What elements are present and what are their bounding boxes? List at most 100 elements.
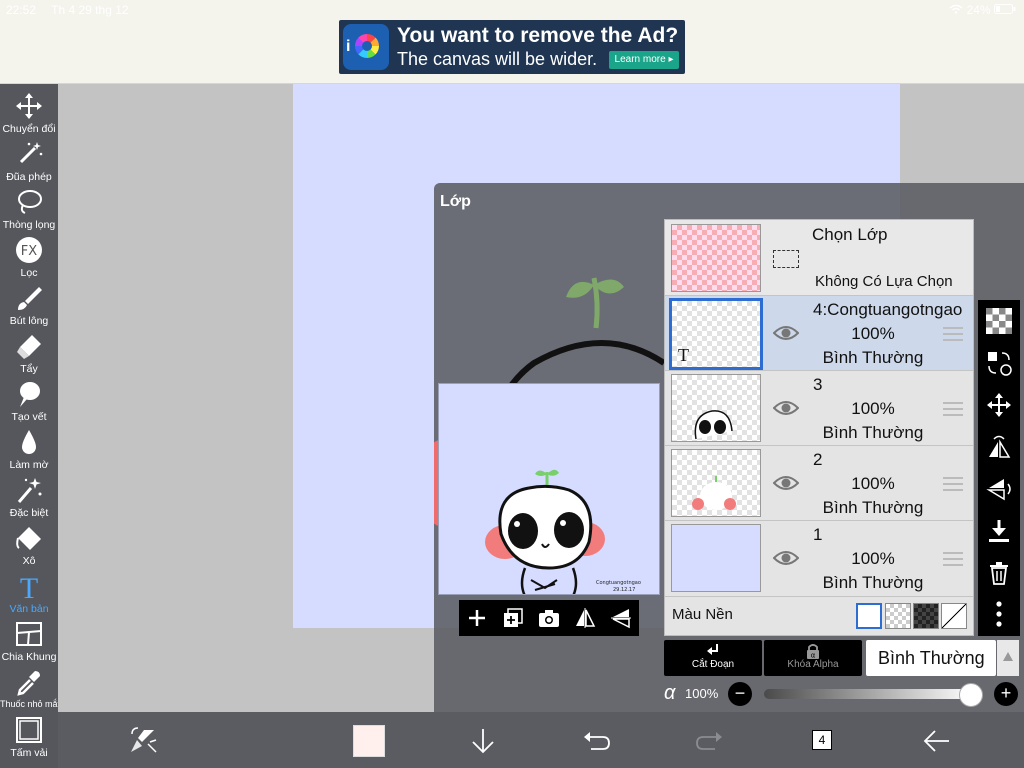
move-layer-button[interactable] — [986, 392, 1012, 418]
camera-import-button[interactable] — [537, 606, 561, 630]
redo-button[interactable] — [695, 726, 725, 756]
eraser-icon — [15, 332, 43, 360]
tool-text[interactable]: T Văn bản — [0, 572, 58, 620]
tool-blur[interactable]: Làm mờ — [0, 428, 58, 476]
bg-white-swatch[interactable] — [856, 603, 882, 629]
tool-special[interactable]: Đặc biệt — [0, 476, 58, 524]
opacity-slider[interactable] — [764, 689, 974, 699]
ad-learn-more-button[interactable]: Learn more ▸ — [609, 51, 679, 69]
flip-vertical-icon — [609, 609, 633, 634]
ad-title: You want to remove the Ad? — [397, 24, 679, 47]
bg-transparent-light-swatch[interactable] — [885, 603, 911, 629]
flip-layer-horizontal-button[interactable] — [986, 434, 1012, 460]
layer-visibility-toggle[interactable] — [772, 474, 800, 492]
layer-actions-bar — [459, 600, 639, 636]
tool-move[interactable]: Chuyển đổi — [0, 92, 58, 140]
duplicate-layer-button[interactable] — [501, 606, 525, 630]
eye-icon — [772, 476, 800, 496]
flip-vertical-button[interactable] — [609, 606, 633, 630]
ad-banner[interactable]: i You want to remove the Ad? The canvas … — [339, 20, 685, 74]
selection-layer-row[interactable]: Chọn Lớp Không Có Lựa Chọn — [665, 220, 973, 296]
flip-vertical-icon — [986, 479, 1012, 506]
tool-sidebar: Chuyển đổi Đũa phép Thòng lọng FX Lọc Bú… — [0, 84, 60, 768]
tool-label: Tấm vải — [10, 747, 48, 759]
tool-frame-divider[interactable]: Chia Khung — [0, 620, 58, 668]
canvas-frame-icon — [15, 716, 43, 744]
flip-horizontal-icon — [573, 608, 597, 634]
watermark-line1: Congtuangotngao — [596, 580, 641, 586]
ad-area: i You want to remove the Ad? The canvas … — [0, 18, 1024, 84]
layer-opacity: 100% — [851, 324, 895, 343]
checkerboard-icon — [986, 308, 1012, 338]
clip-arrow-icon — [705, 643, 721, 659]
layer-blend-mode: Bình Thường — [822, 498, 924, 517]
current-color-swatch[interactable] — [353, 725, 385, 757]
layer-visibility-toggle[interactable] — [772, 549, 800, 567]
trash-icon — [986, 562, 1012, 590]
layer-thumbnail: T — [669, 298, 763, 370]
more-options-button[interactable] — [986, 600, 1012, 627]
layer-row[interactable]: 2 100% Bình Thường — [665, 446, 973, 521]
battery-icon — [994, 3, 1016, 17]
background-color-row: Màu Nền — [665, 597, 973, 635]
bg-none-swatch[interactable] — [941, 603, 967, 629]
alpha-lock-button[interactable]: α Khóa Alpha — [764, 640, 862, 676]
blend-mode-dropdown-toggle[interactable] — [997, 640, 1019, 676]
layer-panel-title: Lớp — [440, 193, 471, 210]
add-layer-button[interactable] — [465, 606, 489, 630]
plus-icon — [465, 610, 489, 634]
opacity-slider-knob[interactable] — [959, 683, 983, 707]
lock-icon: α — [805, 643, 821, 660]
layers-button[interactable]: 4 — [810, 728, 838, 754]
tool-magic-wand[interactable]: Đũa phép — [0, 140, 58, 188]
layer-row[interactable]: T 4:Congtuangotngao 100% Bình Thường — [665, 296, 973, 371]
tool-brush[interactable]: Bút lông — [0, 284, 58, 332]
layer-visibility-toggle[interactable] — [772, 399, 800, 417]
flip-horizontal-button[interactable] — [573, 606, 597, 630]
layer-blend-mode: Bình Thường — [822, 573, 924, 592]
download-button[interactable] — [468, 726, 498, 756]
undo-button[interactable] — [581, 726, 611, 756]
swap-shapes-icon — [986, 352, 1012, 380]
layer-thumbnail — [671, 524, 761, 592]
merge-down-button[interactable] — [986, 518, 1012, 544]
tool-canvas[interactable]: Tấm vải — [0, 716, 58, 764]
bg-transparent-dark-swatch[interactable] — [913, 603, 939, 629]
drag-handle-icon[interactable] — [943, 552, 963, 566]
drag-handle-icon[interactable] — [943, 477, 963, 491]
brush-icon — [15, 284, 43, 312]
layer-row[interactable]: 3 100% Bình Thường — [665, 371, 973, 446]
tool-fill[interactable]: Xô — [0, 524, 58, 572]
tool-label: Đũa phép — [6, 171, 52, 183]
alpha-lock-label: Khóa Alpha — [787, 659, 839, 670]
swap-layers-button[interactable] — [986, 350, 1012, 376]
drag-handle-icon[interactable] — [943, 327, 963, 341]
paint-bucket-icon — [15, 524, 43, 552]
opacity-decrease-button[interactable]: − — [728, 682, 752, 706]
back-button[interactable] — [921, 726, 951, 756]
transparency-toggle-button[interactable] — [986, 308, 1012, 334]
layer-name: 1 — [813, 525, 823, 544]
tool-label: Văn bản — [9, 603, 49, 615]
svg-text:T: T — [20, 572, 38, 600]
blend-mode-select[interactable]: Bình Thường — [866, 640, 996, 676]
pen-eraser-swap-icon — [128, 727, 158, 760]
status-bar: 22:52 Th 4 29 thg 12 24% — [0, 0, 1024, 18]
drag-handle-icon[interactable] — [943, 402, 963, 416]
tool-lasso[interactable]: Thòng lọng — [0, 188, 58, 236]
flip-layer-vertical-button[interactable] — [986, 476, 1012, 502]
tool-eyedropper[interactable]: Thuốc nhỏ mắt — [0, 668, 60, 716]
tool-label: Chuyển đổi — [2, 123, 56, 135]
brush-swap-button[interactable] — [128, 726, 158, 756]
delete-layer-button[interactable] — [986, 560, 1012, 586]
opacity-increase-button[interactable]: + — [994, 682, 1018, 706]
tool-filter[interactable]: FX Lọc — [0, 236, 58, 284]
tool-label: Đặc biệt — [9, 507, 49, 519]
tool-smudge[interactable]: Tạo vết — [0, 380, 58, 428]
tool-eraser[interactable]: Tẩy — [0, 332, 58, 380]
clipping-button[interactable]: Cắt Đoạn — [664, 640, 762, 676]
layer-visibility-toggle[interactable] — [772, 324, 800, 342]
move-arrows-icon — [15, 92, 43, 120]
layer-name: 3 — [813, 375, 823, 394]
layer-row[interactable]: 1 100% Bình Thường — [665, 521, 973, 597]
